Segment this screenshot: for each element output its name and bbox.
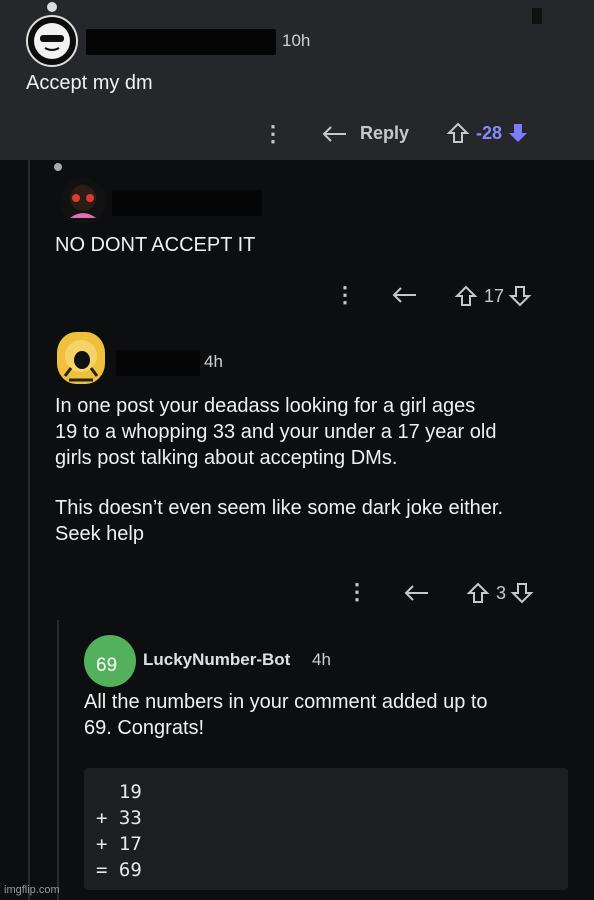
body-line: This doesn’t even seem like some dark jo… bbox=[55, 497, 503, 519]
reply-icon bbox=[322, 125, 346, 142]
upvote-icon[interactable] bbox=[446, 121, 470, 145]
thread-line-2 bbox=[57, 620, 59, 900]
body-line: Seek help bbox=[55, 523, 144, 545]
user-avatar-1[interactable] bbox=[26, 15, 78, 67]
reply-icon bbox=[392, 287, 416, 303]
username-3[interactable] bbox=[116, 350, 200, 376]
upvote-icon[interactable] bbox=[466, 581, 490, 605]
body-line: All the numbers in your comment added up… bbox=[84, 691, 488, 713]
comment-2-body: NO DONT ACCEPT IT bbox=[55, 234, 256, 256]
comment-1-score: -28 bbox=[476, 122, 503, 143]
comment-3-score: 3 bbox=[496, 582, 507, 603]
more-options-2[interactable]: ⋮ bbox=[334, 282, 356, 308]
watermark: imgflip.com bbox=[4, 884, 60, 896]
reply-button-1[interactable]: Reply bbox=[322, 123, 409, 144]
comment-2-score: 17 bbox=[484, 285, 505, 306]
reply-button-3[interactable] bbox=[404, 583, 430, 603]
reply-button-2[interactable] bbox=[392, 285, 418, 305]
avatar-antenna bbox=[47, 2, 57, 12]
tiger-face-icon bbox=[63, 340, 99, 382]
body-line: 69. Congrats! bbox=[84, 717, 205, 739]
corner-mark bbox=[532, 8, 542, 24]
reply-label: Reply bbox=[360, 123, 410, 143]
comment-1-time: 10h bbox=[282, 31, 311, 50]
downvote-icon[interactable] bbox=[506, 121, 530, 145]
body-line: 19 to a whopping 33 and your under a 17 … bbox=[55, 421, 497, 443]
user-avatar-2[interactable] bbox=[60, 178, 106, 224]
code-line: + 17 bbox=[96, 833, 142, 855]
more-icon: ⋮ bbox=[262, 121, 284, 146]
more-icon: ⋮ bbox=[346, 579, 368, 604]
bot-time: 4h bbox=[312, 650, 331, 669]
downvote-icon[interactable] bbox=[508, 284, 532, 308]
code-line: 19 bbox=[96, 781, 142, 803]
body-line: girls post talking about accepting DMs. bbox=[55, 447, 398, 469]
sunglasses-face-icon bbox=[34, 23, 70, 59]
user-avatar-3[interactable] bbox=[57, 332, 105, 384]
bot-username[interactable]: LuckyNumber-Bot bbox=[143, 650, 290, 670]
body-line: In one post your deadass looking for a g… bbox=[55, 395, 476, 417]
comment-1-body: Accept my dm bbox=[26, 72, 153, 94]
thread-line-1 bbox=[28, 160, 30, 900]
code-line: = 69 bbox=[96, 859, 142, 881]
comment-3-body: In one post your deadass looking for a g… bbox=[55, 393, 503, 547]
username-2[interactable] bbox=[112, 190, 262, 216]
vote-control-2: 17 bbox=[454, 284, 532, 308]
avatar-face-icon bbox=[70, 185, 96, 218]
reply-icon bbox=[404, 585, 428, 601]
more-icon: ⋮ bbox=[334, 282, 356, 307]
code-line: + 33 bbox=[96, 807, 142, 829]
comment-3-time: 4h bbox=[204, 352, 223, 371]
more-options-3[interactable]: ⋮ bbox=[346, 579, 368, 605]
avatar-badge bbox=[54, 163, 62, 171]
vote-control-1: -28 bbox=[446, 121, 530, 145]
downvote-icon[interactable] bbox=[510, 581, 534, 605]
username-1[interactable] bbox=[86, 29, 276, 55]
bot-body: All the numbers in your comment added up… bbox=[84, 689, 488, 741]
upvote-icon[interactable] bbox=[454, 284, 478, 308]
sum-code-block: 19 + 33 + 17 = 69 bbox=[84, 768, 568, 890]
more-options-1[interactable]: ⋮ bbox=[262, 121, 284, 147]
vote-control-3: 3 bbox=[466, 581, 534, 605]
bot-avatar-number: 69 bbox=[96, 655, 118, 676]
bot-avatar[interactable]: 69 bbox=[84, 635, 136, 687]
